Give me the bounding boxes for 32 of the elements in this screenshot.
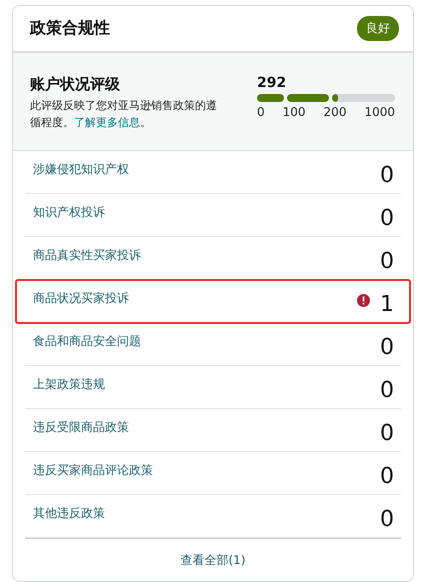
policy-link[interactable]: 其他违反政策	[33, 505, 105, 522]
violation-count: 1	[380, 292, 394, 317]
violation-count: 0	[380, 335, 394, 360]
policy-link[interactable]: 商品真实性买家投诉	[33, 247, 141, 264]
score-bar-segment	[287, 94, 329, 102]
view-all-link[interactable]: 查看全部(1)	[180, 552, 246, 569]
status-badge: 良好	[357, 16, 399, 41]
policy-link[interactable]: 涉嫌侵犯知识产权	[33, 161, 129, 178]
policy-link[interactable]: 商品状况买家投诉	[33, 290, 129, 307]
violation-count: 0	[380, 249, 394, 274]
scale-label: 0	[257, 105, 265, 119]
violation-count: 0	[380, 464, 394, 489]
policy-link[interactable]: 违反受限商品政策	[33, 419, 129, 436]
scale-label: 200	[324, 105, 346, 119]
score-bar-segment	[257, 94, 284, 102]
violation-count: 0	[380, 206, 394, 231]
card-title: 政策合规性	[30, 18, 110, 39]
policy-link[interactable]: 违反买家商品评论政策	[33, 462, 153, 479]
policy-link[interactable]: 上架政策违规	[33, 376, 105, 393]
rating-description: 此评级反映了您对亚马逊销售政策的遵循程度。了解更多信息。	[30, 98, 218, 131]
violation-count: 0	[380, 378, 394, 403]
rating-score: 292	[257, 75, 288, 91]
learn-more-link[interactable]: 了解更多信息	[74, 116, 140, 129]
scale-label: 100	[282, 105, 306, 119]
violation-count: 0	[380, 507, 394, 532]
violation-count: 0	[380, 421, 394, 446]
scale-label: 1000	[364, 105, 395, 119]
rating-title: 账户状况评级	[30, 75, 121, 94]
violation-count: 0	[380, 163, 394, 188]
policy-link[interactable]: 知识产权投诉	[33, 204, 105, 221]
score-bar-segment	[332, 94, 395, 102]
policy-link[interactable]: 食品和商品安全问题	[33, 333, 141, 350]
